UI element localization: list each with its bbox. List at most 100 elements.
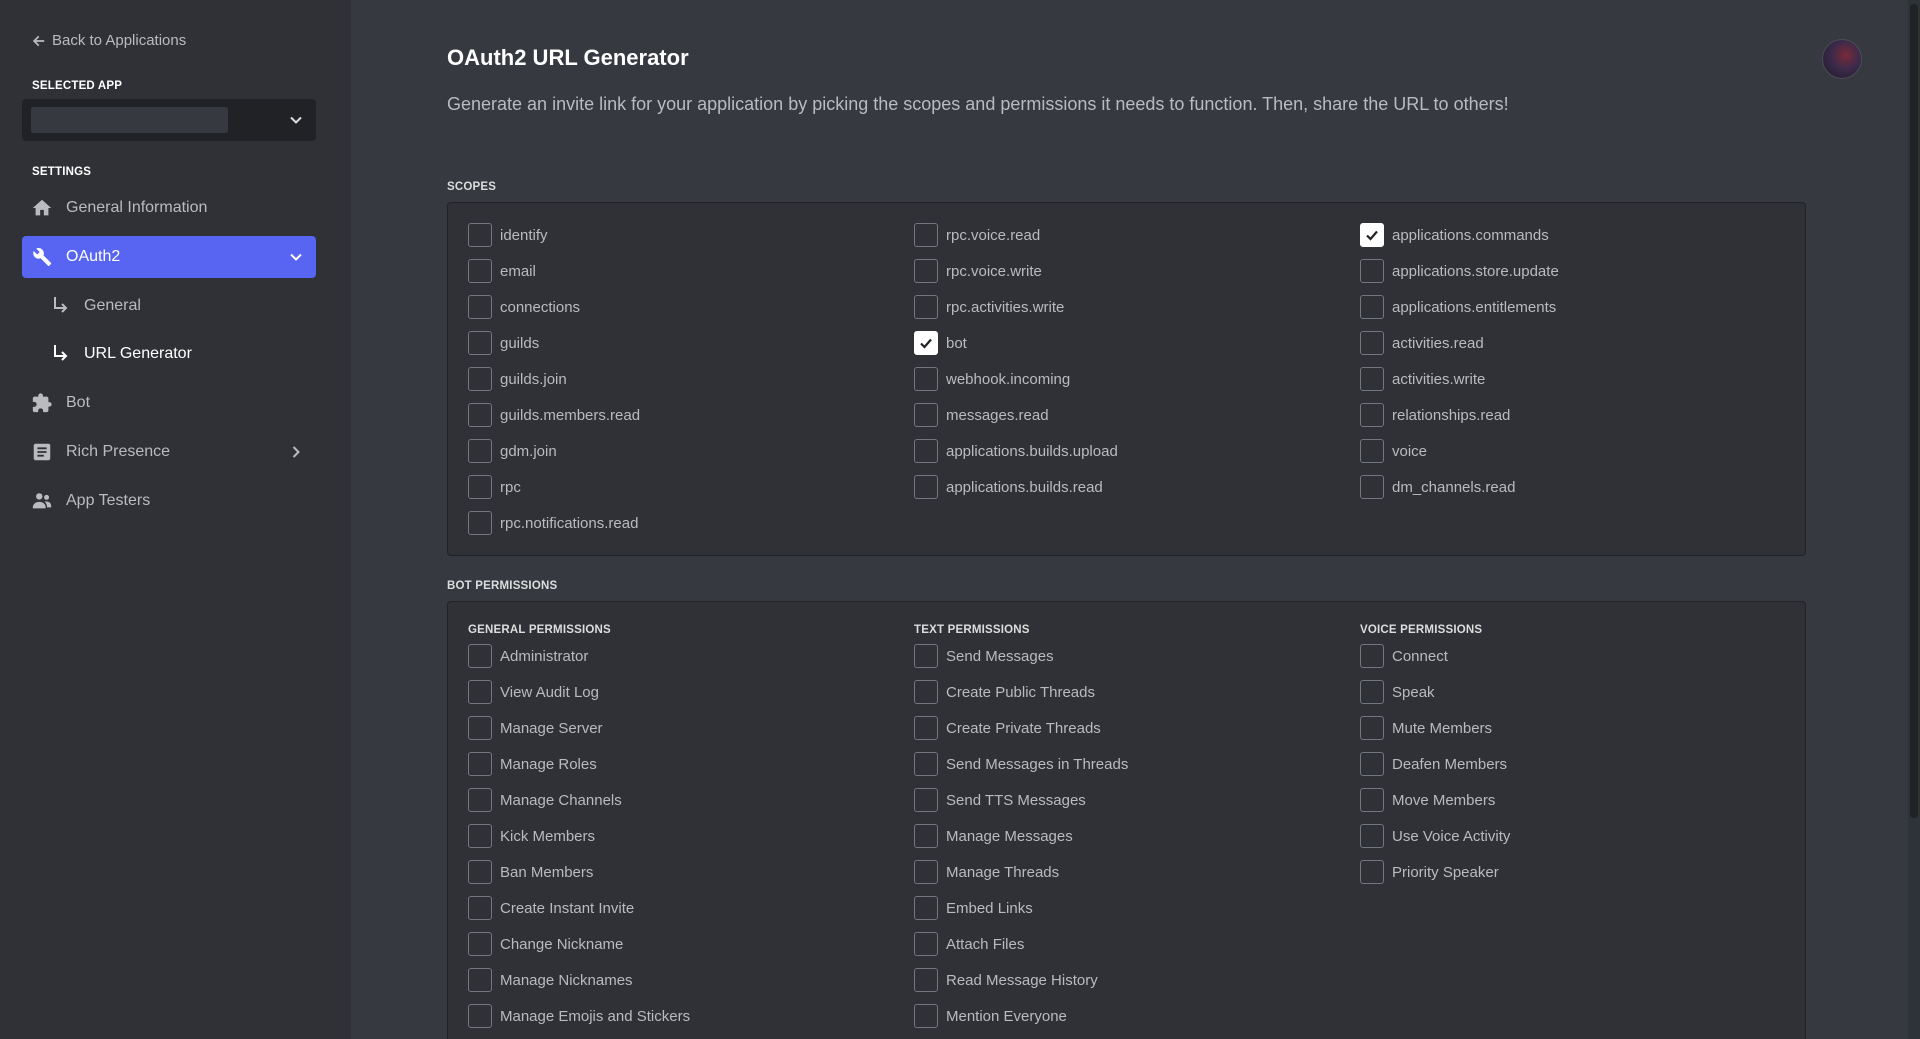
checkbox[interactable] [1360, 475, 1384, 499]
checkbox[interactable] [468, 223, 492, 247]
checkbox[interactable] [1360, 403, 1384, 427]
checkbox[interactable] [914, 824, 938, 848]
scope-checkbox-row[interactable]: rpc.activities.write [914, 295, 1064, 319]
back-to-applications-link[interactable]: Back to Applications [32, 32, 186, 49]
permission-checkbox-row[interactable]: Connect [1360, 644, 1448, 668]
scope-checkbox-row[interactable]: rpc.voice.write [914, 259, 1042, 283]
scope-checkbox-row[interactable]: guilds.join [468, 367, 567, 391]
checkbox[interactable] [468, 403, 492, 427]
scope-checkbox-row[interactable]: rpc.voice.read [914, 223, 1040, 247]
sidebar-subitem-general[interactable]: General [52, 288, 316, 324]
permission-checkbox-row[interactable]: Read Message History [914, 968, 1098, 992]
checkbox[interactable] [914, 932, 938, 956]
scope-checkbox-row[interactable]: voice [1360, 439, 1427, 463]
scrollbar-thumb[interactable] [1910, 4, 1918, 818]
scope-checkbox-row[interactable]: gdm.join [468, 439, 557, 463]
permission-checkbox-row[interactable]: Send Messages [914, 644, 1054, 668]
checkbox[interactable] [914, 788, 938, 812]
permission-checkbox-row[interactable]: Speak [1360, 680, 1435, 704]
checkbox[interactable] [914, 403, 938, 427]
checkbox[interactable] [468, 644, 492, 668]
checkbox[interactable] [914, 367, 938, 391]
scope-checkbox-row[interactable]: relationships.read [1360, 403, 1510, 427]
sidebar-item-rich-presence[interactable]: Rich Presence [22, 431, 316, 473]
permission-checkbox-row[interactable]: Manage Server [468, 716, 603, 740]
checkbox[interactable] [468, 788, 492, 812]
checkbox[interactable] [468, 259, 492, 283]
permission-checkbox-row[interactable]: Change Nickname [468, 932, 623, 956]
checkbox[interactable] [1360, 752, 1384, 776]
checkbox[interactable] [1360, 223, 1384, 247]
checkbox[interactable] [1360, 331, 1384, 355]
sidebar-item-general-information[interactable]: General Information [22, 187, 316, 229]
checkbox[interactable] [468, 295, 492, 319]
scope-checkbox-row[interactable]: webhook.incoming [914, 367, 1070, 391]
checkbox[interactable] [914, 439, 938, 463]
permission-checkbox-row[interactable]: Attach Files [914, 932, 1024, 956]
scope-checkbox-row[interactable]: connections [468, 295, 580, 319]
scope-checkbox-row[interactable]: guilds [468, 331, 539, 355]
scope-checkbox-row[interactable]: applications.store.update [1360, 259, 1559, 283]
checkbox[interactable] [914, 860, 938, 884]
checkbox[interactable] [468, 968, 492, 992]
permission-checkbox-row[interactable]: Create Instant Invite [468, 896, 634, 920]
sidebar-item-bot[interactable]: Bot [22, 382, 316, 424]
scope-checkbox-row[interactable]: applications.builds.upload [914, 439, 1118, 463]
permission-checkbox-row[interactable]: Manage Messages [914, 824, 1073, 848]
checkbox[interactable] [914, 896, 938, 920]
scope-checkbox-row[interactable]: rpc [468, 475, 521, 499]
scope-checkbox-row[interactable]: activities.write [1360, 367, 1485, 391]
checkbox[interactable] [468, 860, 492, 884]
permission-checkbox-row[interactable]: Mention Everyone [914, 1004, 1067, 1028]
checkbox[interactable] [468, 1004, 492, 1028]
checkbox[interactable] [1360, 824, 1384, 848]
permission-checkbox-row[interactable]: Ban Members [468, 860, 593, 884]
checkbox[interactable] [1360, 788, 1384, 812]
checkbox[interactable] [1360, 644, 1384, 668]
checkbox[interactable] [468, 367, 492, 391]
checkbox[interactable] [914, 716, 938, 740]
checkbox[interactable] [914, 295, 938, 319]
scope-checkbox-row[interactable]: applications.entitlements [1360, 295, 1556, 319]
permission-checkbox-row[interactable]: Administrator [468, 644, 588, 668]
sidebar-item-oauth2[interactable]: OAuth2 [22, 236, 316, 278]
checkbox[interactable] [468, 752, 492, 776]
scope-checkbox-row[interactable]: rpc.notifications.read [468, 511, 638, 535]
permission-checkbox-row[interactable]: Manage Nicknames [468, 968, 633, 992]
checkbox[interactable] [468, 511, 492, 535]
scope-checkbox-row[interactable]: applications.commands [1360, 223, 1549, 247]
permission-checkbox-row[interactable]: Manage Emojis and Stickers [468, 1004, 690, 1028]
permission-checkbox-row[interactable]: Create Public Threads [914, 680, 1095, 704]
checkbox[interactable] [914, 475, 938, 499]
permission-checkbox-row[interactable]: Send TTS Messages [914, 788, 1086, 812]
checkbox[interactable] [914, 331, 938, 355]
permission-checkbox-row[interactable]: Move Members [1360, 788, 1495, 812]
checkbox[interactable] [1360, 259, 1384, 283]
scope-checkbox-row[interactable]: applications.builds.read [914, 475, 1103, 499]
avatar[interactable] [1822, 39, 1862, 79]
checkbox[interactable] [1360, 680, 1384, 704]
checkbox[interactable] [1360, 439, 1384, 463]
scope-checkbox-row[interactable]: email [468, 259, 536, 283]
checkbox[interactable] [1360, 716, 1384, 740]
permission-checkbox-row[interactable]: View Audit Log [468, 680, 599, 704]
scope-checkbox-row[interactable]: guilds.members.read [468, 403, 640, 427]
permission-checkbox-row[interactable]: Use Voice Activity [1360, 824, 1510, 848]
checkbox[interactable] [914, 680, 938, 704]
permission-checkbox-row[interactable]: Manage Channels [468, 788, 622, 812]
checkbox[interactable] [914, 1004, 938, 1028]
permission-checkbox-row[interactable]: Priority Speaker [1360, 860, 1499, 884]
checkbox[interactable] [914, 968, 938, 992]
sidebar-subitem-url-generator[interactable]: URL Generator [52, 336, 316, 372]
scope-checkbox-row[interactable]: activities.read [1360, 331, 1484, 355]
checkbox[interactable] [468, 932, 492, 956]
checkbox[interactable] [468, 475, 492, 499]
scope-checkbox-row[interactable]: messages.read [914, 403, 1049, 427]
permission-checkbox-row[interactable]: Kick Members [468, 824, 595, 848]
permission-checkbox-row[interactable]: Send Messages in Threads [914, 752, 1128, 776]
checkbox[interactable] [914, 259, 938, 283]
checkbox[interactable] [468, 824, 492, 848]
checkbox[interactable] [468, 439, 492, 463]
scope-checkbox-row[interactable]: dm_channels.read [1360, 475, 1515, 499]
checkbox[interactable] [468, 896, 492, 920]
